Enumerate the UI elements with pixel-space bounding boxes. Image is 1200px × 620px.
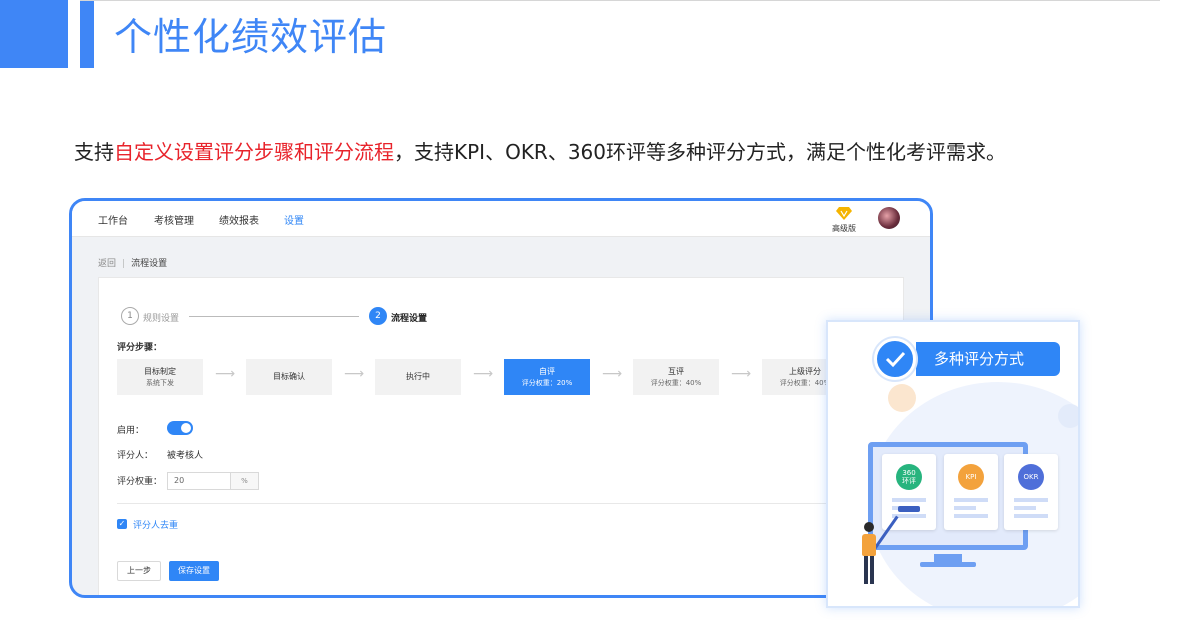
avatar[interactable] [878,207,900,229]
arrow-right-icon: ⟶ [344,366,365,382]
flow-step-executing[interactable]: 执行中 [375,359,461,395]
card-line [954,514,988,518]
step-connector [189,316,359,317]
flow-step-goal-confirm[interactable]: 目标确认 [246,359,332,395]
flow-step-title: 目标制定 [144,366,176,376]
nav-item-assessment[interactable]: 考核管理 [154,212,194,227]
monitor-base [920,562,976,567]
step-number-2[interactable]: 2 [369,307,387,325]
method-badge-okr: OKR [1018,464,1044,490]
vip-badge[interactable]: 高级版 [830,205,858,234]
flow-step-title: 互评 [668,366,684,376]
method-badge-kpi: KPI [958,464,984,490]
settings-panel: 1 规则设置 2 流程设置 评分步骤： 目标制定 系统下发 ⟶ 目标确认 ⟶ 执… [98,277,904,595]
weight-input[interactable]: 20 % [167,472,259,490]
flow-step-sub: 系统下发 [146,378,174,387]
prev-step-button[interactable]: 上一步 [117,561,161,581]
breadcrumb-current: 流程设置 [131,259,168,269]
header-accent-block [0,0,68,68]
check-icon [874,338,916,380]
person-illustration-head [864,522,874,532]
intro-prefix: 支持 [74,140,114,164]
decor-circle [1058,404,1078,428]
weight-input-value: 20 [174,476,185,485]
intro-text: 支持自定义设置评分步骤和评分流程，支持KPI、OKR、360环评等多种评分方式，… [74,138,1006,166]
header-accent-bar [80,0,94,68]
person-illustration-leg [870,556,874,584]
breadcrumb-separator: | [122,259,126,269]
paint-roller-icon [898,506,920,512]
step-label-1[interactable]: 规则设置 [143,311,179,324]
method-card-360: 360 环评 [882,454,936,530]
flow-step-sub: 评分权重：20% [521,378,573,387]
arrow-right-icon: ⟶ [473,366,494,382]
enable-toggle[interactable] [167,421,193,435]
card-line [1014,514,1048,518]
enable-label: 启用： [117,426,145,436]
toggle-knob [181,423,191,433]
flow-step-title: 自评 [539,366,555,376]
flow-step-peer-review[interactable]: 互评 评分权重：40% [633,359,719,395]
flow-step-sub: 评分权重：40% [650,378,702,387]
scoring-methods-pill: 多种评分方式 [916,342,1060,376]
card-line [1014,506,1036,510]
nav-item-reports[interactable]: 绩效报表 [219,212,259,227]
method-badge-text: 360 环评 [902,469,916,485]
vip-label: 高级版 [832,224,856,233]
intro-suffix: ，支持KPI、OKR、360环评等多种评分方式，满足个性化考评需求。 [394,140,1007,164]
scoring-steps-label: 评分步骤： [117,343,163,353]
app-window: 工作台 考核管理 绩效报表 设置 高级版 返回 | 流程设置 1 规则设置 2 流程… [69,198,933,598]
rater-label: 评分人： [117,451,154,461]
person-illustration-body [862,534,876,556]
rater-value: 被考核人 [167,451,204,461]
flow-step-title: 执行中 [406,372,430,381]
method-card-kpi: KPI [944,454,998,530]
diamond-icon [836,207,852,220]
step-number-1[interactable]: 1 [121,307,139,325]
flow-step-title: 上级评分 [789,366,821,376]
arrow-right-icon: ⟶ [215,366,236,382]
arrow-right-icon: ⟶ [602,366,623,382]
page-title: 个性化绩效评估 [114,15,388,59]
card-line [892,498,926,502]
weight-label: 评分权重： [117,477,163,487]
top-nav: 工作台 考核管理 绩效报表 设置 高级版 [72,201,930,237]
method-card-okr: OKR [1004,454,1058,530]
flow-step-self-review[interactable]: 自评 评分权重：20% [504,359,590,395]
intro-highlight: 自定义设置评分步骤和评分流程 [114,140,394,164]
flow-step-sub: 评分权重：40% [779,378,831,387]
flow-step-goal-setting[interactable]: 目标制定 系统下发 [117,359,203,395]
nav-item-settings[interactable]: 设置 [284,212,304,227]
card-line [1014,498,1048,502]
breadcrumb: 返回 | 流程设置 [98,256,167,269]
dedupe-label[interactable]: 评分人去重 [133,518,178,531]
person-illustration-leg [864,556,868,584]
flow-step-title: 目标确认 [273,372,305,381]
arrow-right-icon: ⟶ [731,366,752,382]
nav-item-workbench[interactable]: 工作台 [98,212,128,227]
breadcrumb-back-link[interactable]: 返回 [98,259,116,269]
header-divider [80,0,1160,1]
dedupe-checkbox[interactable]: ✓ [117,519,127,529]
step-label-2[interactable]: 流程设置 [391,311,427,324]
save-settings-button[interactable]: 保存设置 [169,561,219,581]
form-divider [117,503,887,504]
decor-circle [888,384,916,412]
monitor-stand [934,554,962,562]
card-line [954,498,988,502]
scoring-methods-card: 多种评分方式 360 环评 KPI OKR [826,320,1080,608]
card-line [954,506,976,510]
weight-unit: % [230,473,258,489]
method-badge-360: 360 环评 [896,464,922,490]
